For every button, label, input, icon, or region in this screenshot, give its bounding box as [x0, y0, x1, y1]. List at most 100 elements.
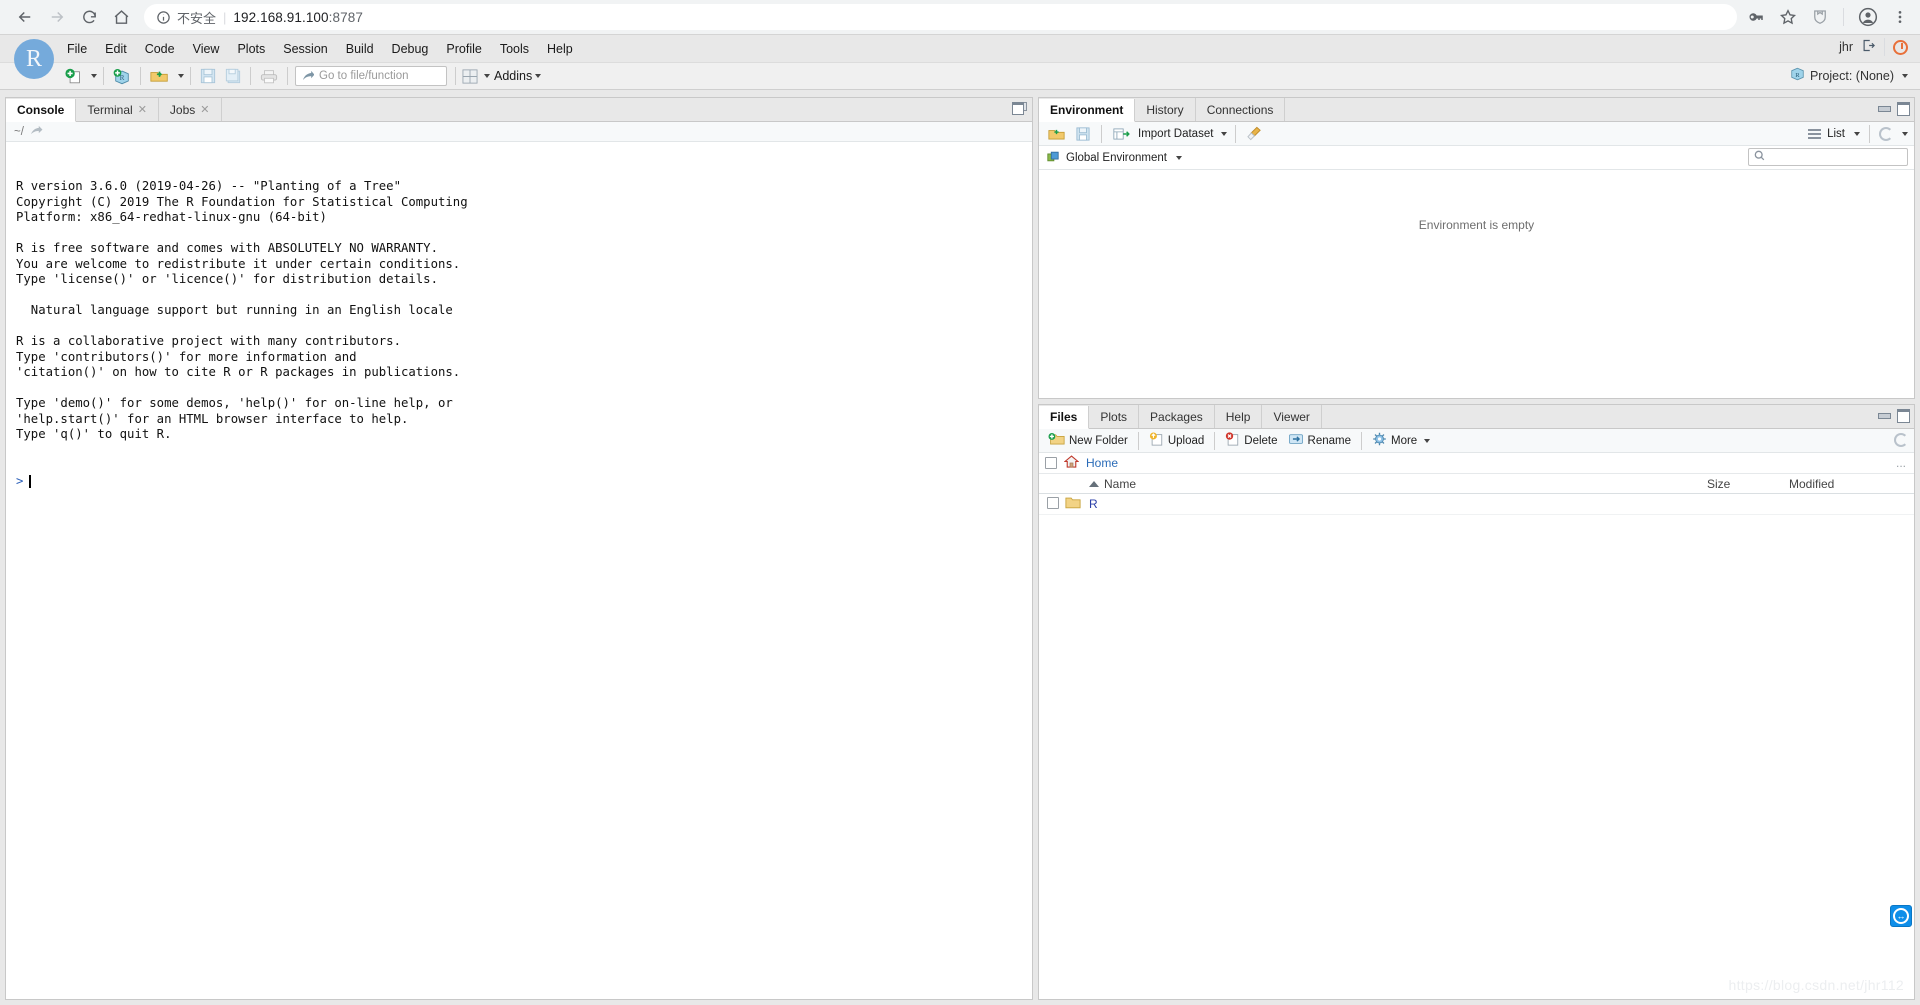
tab-help[interactable]: Help — [1215, 405, 1263, 428]
column-header-modified[interactable]: Modified — [1789, 477, 1914, 491]
minimize-pane-icon[interactable] — [1877, 102, 1890, 113]
tab-plots[interactable]: Plots — [1089, 405, 1139, 428]
load-workspace-icon[interactable] — [1045, 123, 1068, 145]
minimize-pane-icon[interactable] — [1877, 409, 1890, 420]
restore-pane-icon[interactable] — [1012, 102, 1027, 115]
teamviewer-icon[interactable]: ↔ — [1890, 905, 1912, 927]
menu-edit[interactable]: Edit — [96, 39, 136, 59]
three-dot-menu-icon[interactable] — [1892, 8, 1908, 26]
column-header-size[interactable]: Size — [1707, 477, 1789, 491]
user-session-area: jhr — [1839, 38, 1908, 56]
workspace-panes-icon[interactable] — [459, 65, 481, 87]
delete-button[interactable]: Delete — [1222, 432, 1280, 449]
svg-text:R: R — [1795, 72, 1800, 79]
table-row[interactable]: R — [1039, 494, 1914, 515]
new-folder-icon — [1048, 432, 1065, 449]
tab-history[interactable]: History — [1135, 98, 1195, 121]
console-prompt-line[interactable]: > — [16, 474, 1022, 490]
upload-button[interactable]: Upload — [1146, 432, 1207, 449]
menu-view[interactable]: View — [184, 39, 229, 59]
menu-session[interactable]: Session — [274, 39, 336, 59]
key-icon[interactable] — [1747, 8, 1765, 26]
info-circle-icon[interactable] — [156, 10, 171, 25]
signout-icon[interactable] — [1861, 38, 1876, 56]
refresh-icon[interactable] — [1879, 127, 1893, 141]
tab-viewer[interactable]: Viewer — [1262, 405, 1321, 428]
global-environment-selector[interactable]: Global Environment — [1039, 146, 1914, 170]
console-working-directory: ~/ — [6, 122, 1032, 142]
menu-tools[interactable]: Tools — [491, 39, 538, 59]
refresh-caret-icon[interactable] — [1902, 132, 1908, 136]
open-folder-icon[interactable] — [147, 65, 172, 87]
power-quit-icon[interactable] — [1893, 40, 1908, 55]
files-table-header: Name Size Modified — [1039, 474, 1914, 494]
breadcrumb-overflow-icon[interactable]: ... — [1896, 456, 1906, 470]
files-refresh-button[interactable] — [1894, 433, 1908, 452]
menu-code[interactable]: Code — [136, 39, 184, 59]
new-file-icon[interactable] — [62, 65, 85, 87]
more-button[interactable]: More — [1369, 432, 1433, 449]
import-dataset-icon[interactable] — [1110, 123, 1133, 145]
main-toolbar: R — [0, 62, 1920, 90]
home-button[interactable] — [106, 2, 136, 32]
new-file-caret-icon[interactable] — [91, 74, 97, 78]
tab-packages[interactable]: Packages — [1139, 405, 1215, 428]
maximize-pane-icon[interactable] — [1896, 409, 1909, 420]
broom-clear-icon[interactable] — [1244, 123, 1265, 145]
more-caret-icon[interactable] — [1424, 439, 1430, 443]
menu-plots[interactable]: Plots — [228, 39, 274, 59]
star-icon[interactable] — [1779, 8, 1797, 26]
profile-avatar-icon[interactable] — [1858, 7, 1878, 27]
import-dataset-label[interactable]: Import Dataset — [1138, 128, 1213, 140]
folder-icon — [1065, 496, 1089, 512]
tab-connections[interactable]: Connections — [1196, 98, 1286, 121]
menu-file[interactable]: File — [58, 39, 96, 59]
forward-button[interactable] — [42, 2, 72, 32]
column-header-name[interactable]: Name — [1089, 477, 1707, 491]
addins-label[interactable]: Addins — [494, 69, 532, 83]
maximize-pane-icon[interactable] — [1896, 102, 1909, 113]
tab-environment[interactable]: Environment — [1039, 99, 1135, 122]
row-checkbox[interactable] — [1047, 497, 1059, 509]
new-project-icon[interactable]: R — [110, 65, 134, 87]
file-link[interactable]: R — [1089, 497, 1098, 511]
global-environment-caret-icon[interactable] — [1176, 156, 1182, 160]
close-icon[interactable]: ✕ — [200, 103, 209, 116]
reload-button[interactable] — [74, 2, 104, 32]
list-view-label[interactable]: List — [1827, 128, 1845, 140]
menu-help[interactable]: Help — [538, 39, 582, 59]
addins-caret-icon[interactable] — [535, 74, 541, 78]
menu-build[interactable]: Build — [337, 39, 383, 59]
print-icon[interactable] — [257, 65, 281, 87]
tab-files[interactable]: Files — [1039, 406, 1089, 429]
shield-icon[interactable] — [1811, 8, 1829, 26]
environment-search-input[interactable] — [1748, 148, 1908, 166]
tab-jobs[interactable]: Jobs ✕ — [159, 98, 222, 121]
close-icon[interactable]: ✕ — [138, 103, 147, 116]
import-dataset-caret-icon[interactable] — [1221, 132, 1227, 136]
back-button[interactable] — [10, 2, 40, 32]
global-environment-label: Global Environment — [1066, 152, 1167, 164]
goto-file-function-input[interactable]: Go to file/function — [295, 66, 447, 86]
project-caret-icon[interactable] — [1902, 74, 1908, 78]
open-in-window-icon[interactable] — [30, 125, 43, 139]
menu-debug[interactable]: Debug — [383, 39, 438, 59]
select-all-checkbox[interactable] — [1045, 457, 1057, 469]
tab-console[interactable]: Console — [6, 99, 76, 122]
address-bar[interactable]: 不安全 | 192.168.91.100:8787 — [144, 4, 1737, 30]
save-all-icon[interactable] — [222, 65, 244, 87]
project-selector[interactable]: R Project: (None) — [1790, 67, 1908, 84]
save-icon[interactable] — [197, 65, 219, 87]
list-view-icon[interactable] — [1808, 127, 1821, 142]
console-output-area[interactable]: R version 3.6.0 (2019-04-26) -- "Plantin… — [6, 142, 1032, 999]
open-folder-caret-icon[interactable] — [178, 74, 184, 78]
save-workspace-icon[interactable] — [1073, 123, 1093, 145]
rename-button[interactable]: Rename — [1285, 432, 1354, 449]
new-folder-button[interactable]: New Folder — [1045, 432, 1131, 449]
security-status-label: 不安全 — [177, 8, 216, 27]
menu-profile[interactable]: Profile — [437, 39, 490, 59]
workspace-panes-caret-icon[interactable] — [484, 74, 490, 78]
tab-terminal[interactable]: Terminal ✕ — [76, 98, 159, 121]
list-view-caret-icon[interactable] — [1854, 132, 1860, 136]
breadcrumb-home-link[interactable]: Home — [1086, 456, 1118, 470]
